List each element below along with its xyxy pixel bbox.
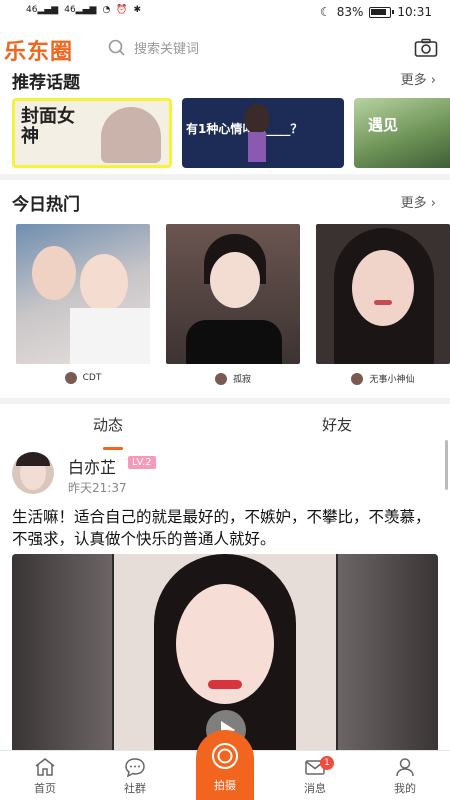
hot-user[interactable]: 孤寂	[166, 372, 300, 385]
video-blur-left	[12, 554, 112, 750]
scrollbar[interactable]	[445, 440, 448, 490]
status-right: ☾ 83% 10:31	[320, 5, 432, 19]
video-frame	[114, 554, 336, 750]
user-avatar	[64, 372, 77, 384]
topic-card[interactable]: 遇见	[354, 98, 450, 168]
status-bar: 46▂▄▆ 46▂▄▆ ◔ ⏰ ✱ ☾ 83% 10:31	[0, 0, 450, 26]
feed: 动态 好友 白亦芷 LV.2 昨天21:37 生活嘛！适合自己的就是最好的，不嫉…	[0, 404, 450, 750]
signal-2: 46▂▄▆	[64, 5, 97, 15]
wifi-icon: ◔	[102, 5, 111, 15]
hot-photo[interactable]	[166, 224, 300, 364]
level-badge: LV.2	[128, 456, 156, 469]
post-text: 生活嘛！适合自己的就是最好的，不嫉妒，不攀比，不羡慕，不强求，认真做个快乐的普通…	[12, 508, 431, 548]
active-tab-indicator	[103, 447, 123, 450]
post-time: 昨天21:37	[68, 481, 127, 495]
nav-community[interactable]: 社群	[105, 757, 165, 796]
signal-1: 46▂▄▆	[26, 5, 59, 15]
hot-username: 孤寂	[232, 375, 251, 385]
app-logo: 乐东圈	[4, 40, 74, 65]
user-avatar	[214, 372, 227, 385]
hot-more-link[interactable]: 更多 ›	[401, 192, 436, 211]
topic-card-photo	[101, 107, 161, 163]
nav-label: 消息	[304, 782, 326, 795]
hot-photo[interactable]	[16, 224, 150, 364]
hot-card[interactable]: 孤寂	[166, 224, 300, 385]
nav-label: 我的	[394, 782, 416, 795]
topics-more-link[interactable]: 更多 ›	[401, 72, 436, 88]
status-left: 46▂▄▆ 46▂▄▆ ◔ ⏰ ✱	[26, 5, 141, 15]
hot-row: CDT 孤寂 无事小神仙	[16, 224, 450, 385]
alarm-icon: ⏰	[116, 5, 128, 15]
cartoon-girl-head	[244, 104, 270, 134]
home-icon	[35, 758, 55, 776]
bluetooth-icon: ✱	[133, 5, 142, 15]
camera-shoot-icon	[212, 743, 238, 769]
nav-home[interactable]: 首页	[15, 757, 75, 796]
video-blur-right	[338, 554, 438, 750]
feed-tabs: 动态 好友	[0, 414, 450, 450]
search-icon	[108, 39, 125, 56]
moon-icon: ☾	[319, 5, 331, 19]
shoot-button[interactable]: 拍摄	[196, 730, 254, 800]
hot-card[interactable]: 无事小神仙	[316, 224, 450, 385]
battery-icon	[369, 6, 395, 18]
shoot-label: 拍摄	[214, 779, 236, 792]
battery-percent: 83%	[336, 5, 364, 19]
hot-title: 今日热门	[12, 195, 80, 215]
hot-user[interactable]: 无事小神仙	[316, 372, 450, 385]
post-avatar[interactable]	[12, 452, 54, 494]
camera-icon[interactable]	[414, 38, 438, 58]
nav-label: 社群	[124, 782, 146, 795]
message-badge: 1	[320, 756, 334, 770]
nav-messages[interactable]: 消息	[285, 757, 345, 796]
user-avatar	[351, 372, 364, 385]
topic-card-text: 封面女神	[21, 106, 75, 147]
hot-username: CDT	[82, 373, 102, 383]
user-icon	[396, 758, 414, 777]
search-placeholder[interactable]: 搜索关键词	[134, 38, 199, 57]
cartoon-girl-body	[248, 132, 266, 162]
tab-dynamic[interactable]: 动态	[93, 414, 123, 435]
recommended-topics: 推荐话题 更多 › 封面女神 有1种心情叫做____？ 遇见	[0, 72, 450, 174]
topic-card[interactable]: 有1种心情叫做____？	[182, 98, 344, 168]
post-author-name[interactable]: 白亦芷	[68, 454, 116, 478]
nav-label: 首页	[34, 782, 56, 795]
hot-photo[interactable]	[316, 224, 450, 364]
topics-title: 推荐话题	[12, 73, 80, 93]
today-hot: 今日热门 更多 › CDT 孤寂 无事小神仙	[0, 180, 450, 398]
chat-icon	[125, 758, 145, 777]
app-header: 乐东圈 搜索关键词	[0, 26, 450, 72]
topic-card[interactable]: 封面女神	[12, 98, 172, 168]
hot-username: 无事小神仙	[369, 375, 415, 385]
hot-card[interactable]: CDT	[16, 224, 150, 385]
topic-card-text: 遇见	[368, 116, 399, 134]
hot-user[interactable]: CDT	[16, 372, 150, 384]
post-video[interactable]	[12, 554, 438, 750]
search-bar[interactable]: 搜索关键词	[108, 38, 199, 57]
topic-row: 封面女神 有1种心情叫做____？ 遇见	[12, 98, 450, 168]
nav-profile[interactable]: 我的	[375, 757, 435, 796]
tab-friends[interactable]: 好友	[322, 414, 352, 435]
clock: 10:31	[397, 5, 432, 19]
